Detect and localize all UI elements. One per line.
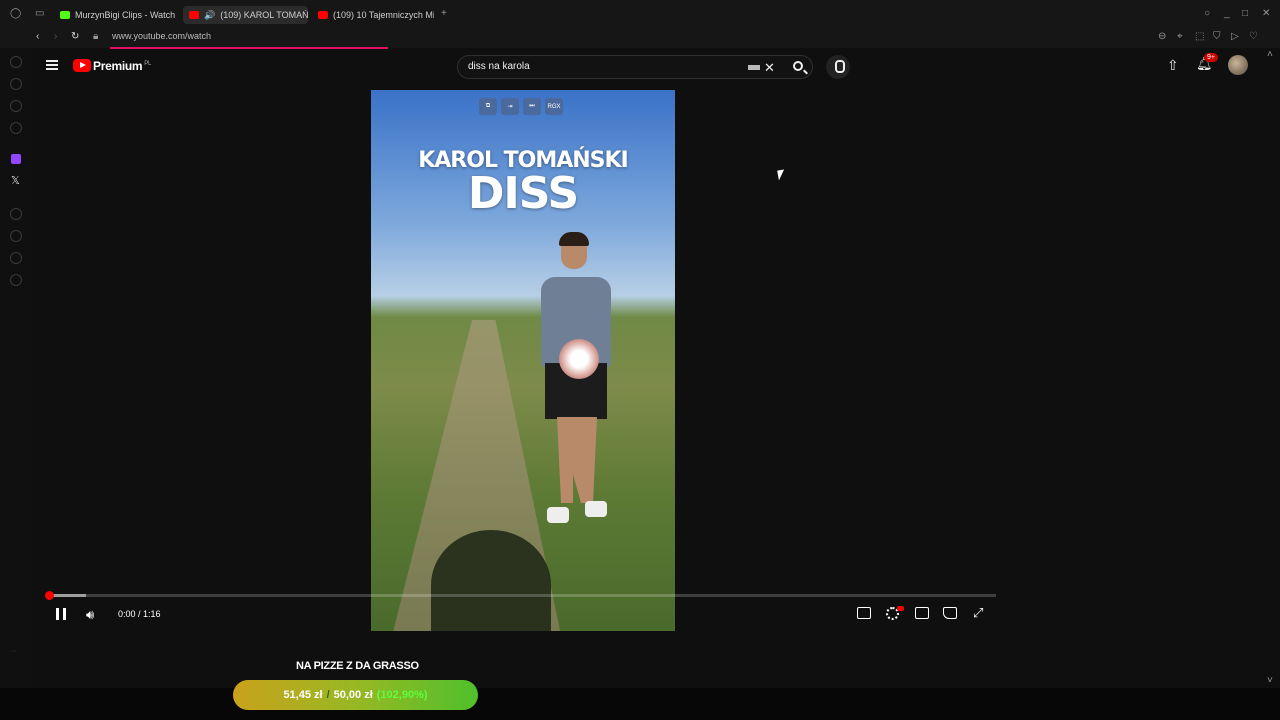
notification-badge: 9+ (1204, 53, 1218, 62)
search-input[interactable]: diss na karola (468, 61, 530, 72)
goal-current: 51,45 zł (283, 689, 323, 701)
x-twitter-icon[interactable]: 𝕏 (11, 174, 20, 187)
shield-icon[interactable]: ⛉ (1213, 32, 1221, 42)
youtube-logo-icon[interactable] (73, 59, 91, 72)
lock-icon: 🔒︎ (93, 31, 99, 42)
rgx-button[interactable]: RGX (545, 98, 563, 115)
hd-badge (897, 606, 904, 611)
hamburger-menu-icon[interactable] (46, 60, 58, 70)
progress-bar[interactable] (45, 591, 996, 600)
heart-icon[interactable]: ♡ (1249, 32, 1258, 42)
tab-karol-tomanski[interactable]: 🔊 (109) KAROL TOMAŃS (183, 6, 308, 24)
brand-label: Premium (93, 59, 143, 73)
zoom-icon[interactable]: ⊖ (1158, 32, 1166, 42)
goal-separator: / (326, 689, 330, 701)
address-bar: ‹ › ↻ 🔒︎ www.youtube.com/watch ⊖ ⌖ ⬚ ⛉ ▷… (0, 28, 1280, 48)
sidebar-messenger-icon[interactable] (10, 100, 22, 112)
reload-icon[interactable]: ↻ (71, 32, 79, 42)
search-tabs-icon[interactable]: ○ (1204, 9, 1210, 19)
sidebar-settings-icon[interactable] (10, 274, 22, 286)
football (559, 339, 599, 379)
youtube-header: Premium PL diss na karola ✕ ⇧ 🔔︎ 9+ (32, 50, 1268, 84)
minimize-icon[interactable]: _ (1224, 9, 1230, 19)
person (531, 232, 631, 545)
new-tab-button[interactable]: + (441, 9, 447, 19)
speaker-icon: 🔊 (204, 9, 216, 20)
youtube-icon (318, 11, 328, 19)
scroll-up-icon[interactable]: ˄ (1267, 50, 1273, 60)
back-icon[interactable]: ‹ (36, 32, 39, 42)
fullscreen-icon[interactable]: ⤢ (973, 605, 983, 621)
mouse-cursor (777, 169, 786, 181)
pause-button[interactable] (56, 608, 66, 620)
subtitles-button[interactable] (857, 607, 871, 619)
volume-icon[interactable]: 🔊︎ (86, 607, 94, 623)
kick-icon (60, 11, 70, 19)
send-icon[interactable]: ▷ (1231, 32, 1239, 42)
scroll-down-icon[interactable]: ˅ (1267, 676, 1273, 686)
youtube-icon (189, 11, 199, 19)
scrubber-handle[interactable] (45, 591, 54, 600)
video-title-line2: DISS (467, 168, 579, 219)
browser-menu-icon[interactable]: ◯ (10, 9, 21, 19)
goal-percent: (102,90%) (376, 689, 428, 701)
theater-mode-button[interactable] (915, 607, 929, 619)
brand-region: PL (144, 61, 152, 67)
video-toolbar: ⧉ ⇥ ⏭ RGX (479, 98, 563, 115)
detach-icon[interactable]: ⇥ (501, 98, 519, 115)
url-field[interactable]: www.youtube.com/watch (112, 31, 211, 41)
tab-overview-icon[interactable]: ▭ (35, 9, 44, 19)
tab-label: (109) KAROL TOMAŃS (220, 10, 308, 20)
tab-label: (109) 10 Tajemniczych Mil (333, 10, 434, 20)
maximize-icon[interactable]: □ (1242, 9, 1248, 19)
clear-search-icon[interactable]: ✕ (764, 60, 775, 76)
search-button[interactable] (784, 56, 814, 78)
sidebar-shopping-icon[interactable] (10, 78, 22, 90)
tab-murzynbigi[interactable]: MurzynBigi Clips - Watch l (54, 6, 176, 24)
goal-target: 50,00 zł (333, 689, 373, 701)
twitch-icon[interactable] (11, 154, 21, 164)
youtube-brand[interactable]: Premium PL (93, 59, 151, 73)
tab-label: MurzynBigi Clips - Watch l (75, 10, 176, 20)
person-shoe-right (585, 501, 607, 517)
pin-icon[interactable]: ⌖ (1177, 32, 1183, 42)
person-shoe-left (547, 507, 569, 523)
person-hair (559, 232, 589, 246)
sidebar-extensions-icon[interactable] (10, 252, 22, 264)
voice-search-button[interactable] (826, 55, 850, 79)
bottom-strip (0, 688, 1280, 720)
sidebar-history-icon[interactable] (10, 230, 22, 242)
time-display: 0:00 / 1:16 (118, 609, 161, 619)
page-load-indicator (110, 47, 388, 49)
forward-icon[interactable]: › (54, 32, 57, 42)
snapshot-icon[interactable]: ⬚ (1195, 32, 1204, 42)
pip-icon[interactable]: ⧉ (479, 98, 497, 115)
sidebar-ai-icon[interactable] (10, 56, 22, 68)
avatar[interactable] (1228, 55, 1248, 75)
browser-sidebar: 𝕏 ··· (0, 48, 32, 688)
shadow-silhouette (431, 530, 551, 631)
skip-icon[interactable]: ⏭ (523, 98, 541, 115)
upload-icon[interactable]: ⇧ (1167, 57, 1179, 74)
keyboard-icon[interactable] (748, 65, 760, 70)
search-box[interactable]: diss na karola ✕ (457, 55, 813, 79)
browser-tab-bar: ◯ ▭ MurzynBigi Clips - Watch l 🔊 (109) K… (0, 0, 1280, 28)
sidebar-player-icon[interactable] (10, 208, 22, 220)
person-legs (557, 417, 597, 503)
close-window-icon[interactable]: ✕ (1262, 9, 1270, 19)
sidebar-whatsapp-icon[interactable] (10, 122, 22, 134)
search-icon (793, 61, 803, 71)
donation-caption: NA PIZZE Z DA GRASSO (296, 660, 419, 672)
cast-icon[interactable] (943, 607, 957, 619)
donation-goal-bar: 51,45 zł / 50,00 zł (102,90%) (233, 680, 478, 710)
tab-tajemniczych[interactable]: (109) 10 Tajemniczych Mil (312, 6, 434, 24)
video-frame[interactable]: ⧉ ⇥ ⏭ RGX KAROL TOMAŃSKI DISS (371, 90, 675, 631)
sidebar-more-icon[interactable]: ··· (10, 648, 17, 655)
